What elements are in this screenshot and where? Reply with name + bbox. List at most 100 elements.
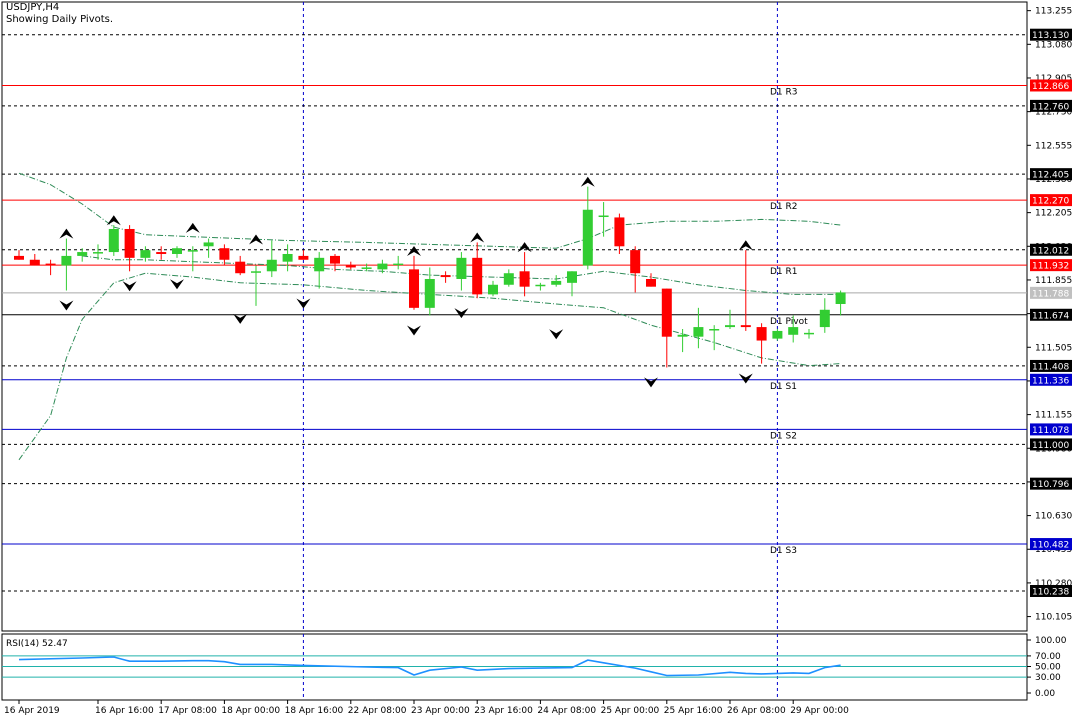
pivot-label-d1-pivot: D1 Pivot xyxy=(770,317,808,327)
candle-body xyxy=(314,257,325,272)
fractal-down-arrow xyxy=(549,329,564,340)
pivot-label-d1-s1: D1 S1 xyxy=(770,382,797,392)
candle-body xyxy=(393,263,404,266)
fractal-down-arrow xyxy=(122,281,137,292)
candle-body xyxy=(488,284,498,295)
rsi-axis-tick-label: 50.00 xyxy=(1035,663,1061,673)
candle-body xyxy=(740,325,751,328)
price-tag-dotted: 111.408 xyxy=(1032,362,1069,372)
candle-body xyxy=(440,275,451,278)
candle-body xyxy=(772,330,783,339)
candle-body xyxy=(219,248,230,260)
candle-body xyxy=(235,261,246,274)
candle-body xyxy=(709,329,720,331)
candle-body xyxy=(677,334,688,337)
price-axis-tick-label: 112.555 xyxy=(1035,141,1072,151)
candle-body xyxy=(45,263,56,266)
time-axis-label: 16 Apr 2019 xyxy=(4,706,60,716)
candle-body xyxy=(725,325,735,328)
pivot-label-d1-s3: D1 S3 xyxy=(770,546,797,556)
candle-body xyxy=(156,252,167,254)
price-tag-dotted: 111.000 xyxy=(1032,441,1069,451)
candle-body xyxy=(456,257,467,279)
time-axis-label: 23 Apr 16:00 xyxy=(474,706,533,716)
time-axis-label: 18 Apr 16:00 xyxy=(285,706,344,716)
candle-body xyxy=(535,284,546,287)
price-tag-pivot: 110.482 xyxy=(1032,541,1069,551)
fractal-down-arrow xyxy=(738,373,753,384)
candle-body xyxy=(788,327,799,335)
candle-body xyxy=(298,255,309,260)
price-tag-dotted: 112.405 xyxy=(1032,171,1069,181)
price-tag-pivot: 112.866 xyxy=(1032,82,1069,92)
fractal-up-arrow xyxy=(517,242,532,253)
price-axis-tick-label: 110.105 xyxy=(1035,613,1072,623)
candle-body xyxy=(108,228,119,253)
pivot-label-d1-r3: D1 R3 xyxy=(770,87,798,97)
candle-body xyxy=(756,327,767,341)
time-axis-label: 17 Apr 08:00 xyxy=(158,706,217,716)
fractal-up-arrow xyxy=(106,215,121,226)
fractal-up-arrow xyxy=(185,222,200,233)
candle-body xyxy=(140,250,151,258)
rsi-axis-tick-label: 30.00 xyxy=(1035,673,1061,683)
candle-body xyxy=(804,332,814,335)
time-axis-label: 22 Apr 08:00 xyxy=(348,706,407,716)
candle-body xyxy=(424,278,435,308)
candle-body xyxy=(361,267,372,269)
band-upper-line xyxy=(18,172,841,249)
price-axis-tick-label: 110.630 xyxy=(1035,512,1072,522)
fractal-down-arrow xyxy=(454,308,469,319)
price-tag-dotted: 110.796 xyxy=(1032,480,1069,490)
price-tag-pivot: 112.270 xyxy=(1032,197,1069,207)
candle-body xyxy=(503,273,514,285)
rsi-axis-tick-label: 100.00 xyxy=(1035,636,1067,646)
price-tag-pivot: 111.932 xyxy=(1032,262,1069,272)
fractal-down-arrow xyxy=(170,279,184,290)
price-tag-dotted: 110.238 xyxy=(1032,587,1069,597)
price-chart[interactable]: 113.255113.080112.905112.730112.555112.3… xyxy=(0,0,1080,720)
candle-body xyxy=(251,271,261,273)
price-axis-tick-label: 113.255 xyxy=(1035,7,1072,17)
candle-body xyxy=(29,259,40,266)
candle-body xyxy=(377,263,388,270)
price-axis-tick-label: 113.080 xyxy=(1035,40,1072,50)
price-axis-tick-label: 111.855 xyxy=(1035,276,1072,286)
price-tag-pivot: 111.336 xyxy=(1032,376,1069,386)
fractal-down-arrow xyxy=(59,300,74,311)
candle-body xyxy=(266,259,277,272)
candle-body xyxy=(14,255,24,260)
price-axis-tick-label: 111.505 xyxy=(1035,343,1072,353)
candle-body xyxy=(614,217,625,247)
rsi-title: RSI(14) 52.47 xyxy=(6,639,68,649)
candle-body xyxy=(345,265,356,268)
candle-body xyxy=(409,269,419,308)
candle-body xyxy=(630,250,641,274)
candle-body xyxy=(582,209,593,266)
price-tag-dotted: 113.130 xyxy=(1032,31,1069,41)
fractal-up-arrow xyxy=(580,176,595,187)
candle-body xyxy=(203,242,214,247)
candle-body xyxy=(693,327,704,337)
time-axis-label: 25 Apr 16:00 xyxy=(664,706,723,716)
pivot-label-d1-r2: D1 R2 xyxy=(770,202,798,212)
price-axis-tick-label: 111.155 xyxy=(1035,411,1072,421)
time-axis-label: 23 Apr 00:00 xyxy=(411,706,470,716)
candle-body xyxy=(835,292,846,304)
candle-body xyxy=(172,248,182,254)
candle-body xyxy=(93,252,103,254)
price-axis-tick-label: 112.205 xyxy=(1035,209,1072,219)
fractal-down-arrow xyxy=(407,325,421,336)
candle-body xyxy=(646,278,656,287)
pivot-label-d1-r1: D1 R1 xyxy=(770,267,798,277)
candle-body xyxy=(124,228,135,258)
pivot-label-d1-s2: D1 S2 xyxy=(770,431,797,441)
candle-body xyxy=(661,288,672,337)
fractal-down-arrow xyxy=(644,377,658,388)
candle-body xyxy=(187,250,198,252)
time-axis-label: 16 Apr 16:00 xyxy=(95,706,154,716)
fractal-up-arrow xyxy=(738,240,753,251)
candle-body xyxy=(551,280,562,285)
candle-body xyxy=(567,271,577,283)
fractal-up-arrow xyxy=(59,228,74,239)
